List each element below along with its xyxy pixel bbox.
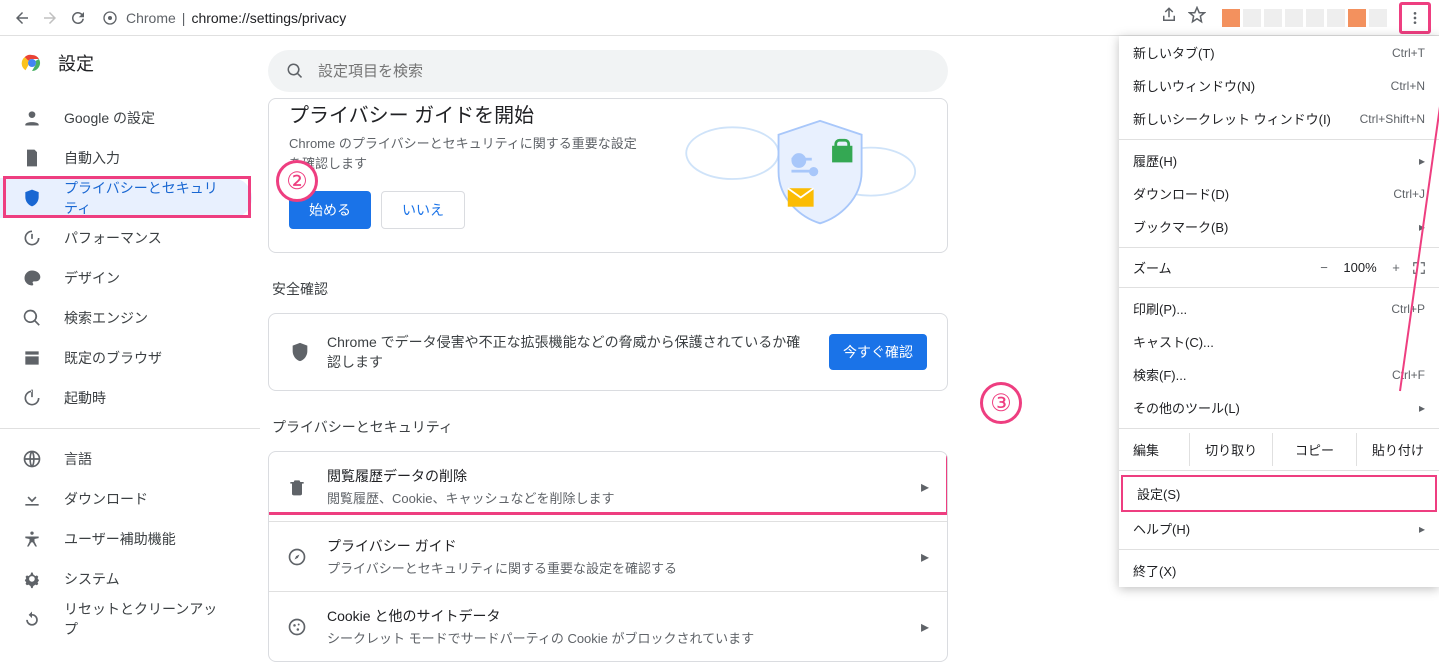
url-text: chrome://settings/privacy [191,10,346,26]
fullscreen-icon[interactable] [1409,261,1429,275]
menu-history[interactable]: 履歴(H)▸ [1119,144,1439,177]
site-info-icon[interactable] [100,8,120,28]
annotation-3: ③ [980,382,1022,424]
sidebar-item-language[interactable]: 言語 [0,439,252,479]
share-icon[interactable] [1160,6,1178,29]
row-desc: 閲覧履歴、Cookie、キャッシュなどを削除します [327,488,903,507]
menu-cast[interactable]: キャスト(C)... [1119,325,1439,358]
search-input[interactable] [318,63,930,80]
sidebar-item-label: Google の設定 [64,108,155,128]
sidebar-item-label: ダウンロード [64,489,148,509]
row-desc: シークレット モードでサードパーティの Cookie がブロックされています [327,628,903,647]
safety-check-card: Chrome でデータ侵害や不正な拡張機能などの脅威から保護されているか確認しま… [268,313,948,391]
menu-cut[interactable]: 切り取り [1189,433,1272,466]
safety-text: Chrome でデータ侵害や不正な拡張機能などの脅威から保護されているか確認しま… [327,332,813,372]
settings-sidebar: 設定 Google の設定 自動入力 プライバシーとセキュリティ パフォーマンス… [0,36,260,636]
sidebar-item-reset[interactable]: リセットとクリーンアップ [0,599,252,639]
sidebar-item-appearance[interactable]: デザイン [0,258,252,298]
sidebar-item-label: デザイン [64,268,120,288]
zoom-value: 100% [1337,260,1383,275]
menu-new-tab[interactable]: 新しいタブ(T)Ctrl+T [1119,36,1439,69]
chevron-right-icon: ▸ [921,547,929,567]
menu-edit-label: 編集 [1119,433,1189,466]
sidebar-item-label: プライバシーとセキュリティ [64,178,230,218]
sidebar-item-google[interactable]: Google の設定 [0,98,252,138]
address-bar[interactable]: Chrome | chrome://settings/privacy [100,8,1152,28]
sidebar-item-accessibility[interactable]: ユーザー補助機能 [0,519,252,559]
sidebar-item-label: 既定のブラウザ [64,348,162,368]
row-title: 閲覧履歴データの削除 [327,466,903,486]
guide-desc: Chrome のプライバシーとセキュリティに関する重要な設定を確認します [289,134,649,173]
clear-browsing-data-row[interactable]: 閲覧履歴データの削除閲覧履歴、Cookie、キャッシュなどを削除します ▸ [269,452,947,521]
bookmark-star-icon[interactable] [1188,6,1206,29]
cookies-row[interactable]: Cookie と他のサイトデータシークレット モードでサードパーティの Cook… [269,591,947,661]
sidebar-item-search[interactable]: 検索エンジン [0,298,252,338]
chrome-context-menu: 新しいタブ(T)Ctrl+T 新しいウィンドウ(N)Ctrl+N 新しいシークレ… [1119,36,1439,587]
menu-exit[interactable]: 終了(X) [1119,554,1439,587]
privacy-guide-row[interactable]: プライバシー ガイドプライバシーとセキュリティに関する重要な設定を確認する ▸ [269,521,947,591]
row-title: プライバシー ガイド [327,536,903,556]
sidebar-item-label: システム [64,569,120,589]
row-desc: プライバシーとセキュリティに関する重要な設定を確認する [327,558,903,577]
sidebar-item-label: 起動時 [64,388,106,408]
safety-check-button[interactable]: 今すぐ確認 [829,334,927,370]
menu-bookmarks[interactable]: ブックマーク(B)▸ [1119,210,1439,243]
zoom-in-button[interactable]: + [1383,260,1409,275]
guide-title: プライバシー ガイドを開始 [289,99,667,128]
menu-help[interactable]: ヘルプ(H)▸ [1119,512,1439,545]
chevron-right-icon: ▸ [921,617,929,637]
sidebar-item-privacy[interactable]: プライバシーとセキュリティ [0,178,252,218]
settings-search[interactable] [268,50,948,92]
url-origin: Chrome [126,10,176,26]
menu-paste[interactable]: 貼り付け [1356,433,1439,466]
search-icon [286,62,304,80]
safety-heading: 安全確認 [272,279,952,299]
sidebar-item-downloads[interactable]: ダウンロード [0,479,252,519]
menu-dots-icon [1407,10,1423,26]
privacy-heading: プライバシーとセキュリティ [272,417,952,437]
sidebar-item-label: リセットとクリーンアップ [64,599,230,639]
extension-icons[interactable] [1222,9,1387,27]
forward-button[interactable] [36,4,64,32]
cookie-icon [287,617,309,637]
sidebar-item-default-browser[interactable]: 既定のブラウザ [0,338,252,378]
sidebar-item-label: 自動入力 [64,148,120,168]
sidebar-item-startup[interactable]: 起動時 [0,378,252,418]
trash-icon [287,477,309,497]
sidebar-item-system[interactable]: システム [0,559,252,599]
settings-header: 設定 [0,36,260,94]
sidebar-item-autofill[interactable]: 自動入力 [0,138,252,178]
menu-zoom: ズーム − 100% + [1119,252,1439,283]
menu-find[interactable]: 検索(F)...Ctrl+F [1119,358,1439,391]
menu-more-tools[interactable]: その他のツール(L)▸ [1119,391,1439,424]
guide-start-button[interactable]: 始める [289,191,371,229]
chevron-right-icon: ▸ [921,477,929,497]
chrome-menu-button[interactable] [1399,2,1431,34]
zoom-out-button[interactable]: − [1311,260,1337,275]
menu-settings[interactable]: 設定(S) [1121,475,1437,512]
sidebar-item-label: ユーザー補助機能 [64,529,176,549]
guide-no-button[interactable]: いいえ [381,191,465,229]
page-title: 設定 [58,50,94,76]
sidebar-item-performance[interactable]: パフォーマンス [0,218,252,258]
menu-downloads[interactable]: ダウンロード(D)Ctrl+J [1119,177,1439,210]
menu-new-window[interactable]: 新しいウィンドウ(N)Ctrl+N [1119,69,1439,102]
sidebar-item-label: 検索エンジン [64,308,148,328]
back-button[interactable] [8,4,36,32]
menu-copy[interactable]: コピー [1272,433,1355,466]
shield-icon [289,341,311,363]
menu-new-incognito[interactable]: 新しいシークレット ウィンドウ(I)Ctrl+Shift+N [1119,102,1439,135]
guide-illustration [667,107,927,232]
reload-button[interactable] [64,4,92,32]
chrome-logo-icon [20,51,44,75]
sidebar-item-label: パフォーマンス [64,228,162,248]
browser-toolbar: Chrome | chrome://settings/privacy [0,0,1439,36]
menu-edit-row: 編集 切り取り コピー 貼り付け [1119,433,1439,466]
compass-icon [287,547,309,567]
sidebar-item-label: 言語 [64,449,92,469]
privacy-section-card: 閲覧履歴データの削除閲覧履歴、Cookie、キャッシュなどを削除します ▸ プラ… [268,451,948,662]
privacy-guide-card: プライバシー ガイドを開始 Chrome のプライバシーとセキュリティに関する重… [268,98,948,253]
menu-print[interactable]: 印刷(P)...Ctrl+P [1119,292,1439,325]
row-title: Cookie と他のサイトデータ [327,606,903,626]
